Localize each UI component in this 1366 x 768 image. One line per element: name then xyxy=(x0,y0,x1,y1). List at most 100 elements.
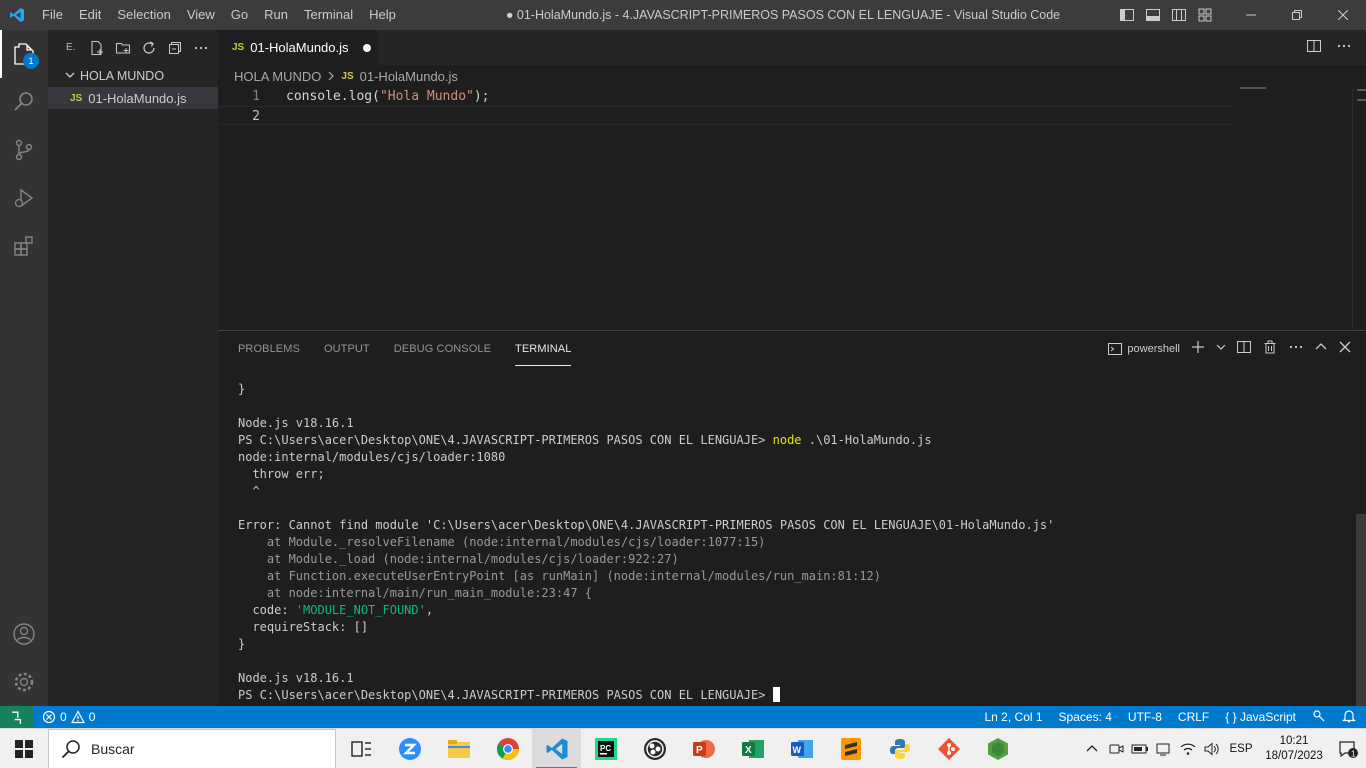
breadcrumb-file[interactable]: 01-HolaMundo.js xyxy=(360,69,458,84)
remote-indicator-icon[interactable] xyxy=(0,706,34,728)
chrome-icon[interactable] xyxy=(483,729,532,768)
clock[interactable]: 10:21 18/07/2023 xyxy=(1258,734,1330,764)
tab-holamundo[interactable]: JS 01-HolaMundo.js xyxy=(218,30,378,65)
new-folder-icon[interactable] xyxy=(114,39,132,57)
terminal-command-arg: .\01-HolaMundo.js xyxy=(801,433,932,447)
close-icon[interactable] xyxy=(1320,0,1366,30)
code-editor[interactable]: 1 console.log("Hola Mundo"); 2 xyxy=(218,87,1366,330)
search-icon[interactable] xyxy=(0,78,48,126)
chevron-up-icon[interactable] xyxy=(1080,743,1104,755)
file-name: 01-HolaMundo.js xyxy=(88,90,187,106)
vscode-logo-icon[interactable] xyxy=(0,0,34,30)
terminal-scrollbar[interactable] xyxy=(1356,514,1366,707)
terminal-prompt: PS C:\Users\acer\Desktop\ONE\4.JAVASCRIP… xyxy=(238,688,773,702)
more-actions-icon[interactable] xyxy=(1288,339,1304,358)
tab-debug-console[interactable]: DEBUG CONSOLE xyxy=(394,331,491,366)
tab-problems[interactable]: PROBLEMS xyxy=(238,331,300,366)
customize-layout-icon[interactable] xyxy=(1194,4,1216,26)
network-icon[interactable] xyxy=(1152,742,1176,756)
extensions-icon[interactable] xyxy=(0,222,48,270)
collapse-all-icon[interactable] xyxy=(166,39,184,57)
powerpoint-icon[interactable]: P xyxy=(679,729,728,768)
chevron-down-icon xyxy=(64,69,80,84)
file-explorer-icon[interactable] xyxy=(434,729,483,768)
trash-icon[interactable] xyxy=(1262,339,1278,358)
new-file-icon[interactable] xyxy=(88,39,106,57)
battery-icon[interactable] xyxy=(1128,743,1152,755)
zoom-app-icon[interactable] xyxy=(385,729,434,768)
notification-center-icon[interactable]: 1 xyxy=(1330,739,1366,759)
python-icon[interactable] xyxy=(875,729,924,768)
menu-run[interactable]: Run xyxy=(256,0,296,30)
refresh-icon[interactable] xyxy=(140,39,158,57)
menu-view[interactable]: View xyxy=(179,0,223,30)
windows-start-icon[interactable] xyxy=(0,729,48,768)
file-item-holamundo[interactable]: JS 01-HolaMundo.js xyxy=(48,87,218,109)
toggle-panel-icon[interactable] xyxy=(1142,4,1164,26)
accounts-icon[interactable] xyxy=(0,610,48,658)
manage-gear-icon[interactable] xyxy=(0,658,48,706)
maximize-panel-icon[interactable] xyxy=(1314,340,1328,357)
pycharm-icon[interactable]: PC xyxy=(581,729,630,768)
tab-output[interactable]: OUTPUT xyxy=(324,331,370,366)
terminal-line: PS C:\Users\acer\Desktop\ONE\4.JAVASCRIP… xyxy=(238,432,1338,449)
menu-help[interactable]: Help xyxy=(361,0,404,30)
menu-edit[interactable]: Edit xyxy=(71,0,109,30)
taskbar-search[interactable]: Buscar xyxy=(48,729,336,768)
wifi-icon[interactable] xyxy=(1176,742,1200,756)
terminal-code-comma: , xyxy=(425,603,434,617)
source-control-icon[interactable] xyxy=(0,126,48,174)
notifications-bell-icon[interactable] xyxy=(1342,709,1356,726)
line-number: 2 xyxy=(252,109,260,124)
editor-actions xyxy=(1306,30,1352,65)
menu-selection[interactable]: Selection xyxy=(109,0,178,30)
close-panel-icon[interactable] xyxy=(1338,340,1352,357)
indentation[interactable]: Spaces: 4 xyxy=(1059,710,1112,724)
toggle-secondary-sidebar-icon[interactable] xyxy=(1168,4,1190,26)
terminal-shell-selector[interactable]: powershell xyxy=(1107,341,1180,357)
chevron-right-icon xyxy=(327,69,335,84)
restore-icon[interactable] xyxy=(1274,0,1320,30)
feedback-icon[interactable] xyxy=(1312,709,1326,726)
obs-icon[interactable] xyxy=(630,729,679,768)
tab-terminal[interactable]: TERMINAL xyxy=(515,331,572,366)
new-terminal-icon[interactable] xyxy=(1190,339,1206,358)
explorer-icon[interactable]: 1 xyxy=(0,30,48,78)
excel-icon[interactable]: X xyxy=(728,729,777,768)
breadcrumb-folder[interactable]: HOLA MUNDO xyxy=(234,69,321,84)
editor-scrollbar[interactable] xyxy=(1352,87,1366,330)
run-debug-icon[interactable] xyxy=(0,174,48,222)
word-icon[interactable]: W xyxy=(777,729,826,768)
terminal-line: Node.js v18.16.1 xyxy=(238,671,354,685)
menu-go[interactable]: Go xyxy=(223,0,256,30)
toggle-sidebar-icon[interactable] xyxy=(1116,4,1138,26)
error-count: 0 xyxy=(60,710,67,724)
split-editor-icon[interactable] xyxy=(1306,38,1322,57)
terminal-output[interactable]: } Node.js v18.16.1 PS C:\Users\acer\Desk… xyxy=(238,381,1338,704)
end-of-line[interactable]: CRLF xyxy=(1178,710,1209,724)
minimap[interactable] xyxy=(1240,87,1266,89)
language-mode[interactable]: { } JavaScript xyxy=(1225,710,1296,724)
volume-icon[interactable] xyxy=(1200,742,1224,756)
task-view-icon[interactable] xyxy=(336,729,385,768)
nodejs-icon[interactable] xyxy=(973,729,1022,768)
problems-status[interactable]: 0 0 xyxy=(42,706,95,728)
menu-terminal[interactable]: Terminal xyxy=(296,0,361,30)
menu-file[interactable]: File xyxy=(34,0,71,30)
scrollbar-marker xyxy=(1357,89,1366,101)
encoding[interactable]: UTF-8 xyxy=(1128,710,1162,724)
split-terminal-icon[interactable] xyxy=(1236,339,1252,358)
chevron-down-icon[interactable] xyxy=(1216,342,1226,355)
sublime-text-icon[interactable] xyxy=(826,729,875,768)
cursor-position[interactable]: Ln 2, Col 1 xyxy=(985,710,1043,724)
minimize-icon[interactable] xyxy=(1228,0,1274,30)
folder-hola-mundo[interactable]: HOLA MUNDO xyxy=(48,65,218,87)
vscode-app-icon[interactable] xyxy=(532,729,581,768)
more-actions-icon[interactable] xyxy=(192,39,210,57)
clock-time: 10:21 xyxy=(1279,735,1309,747)
more-actions-icon[interactable] xyxy=(1336,38,1352,57)
meet-now-icon[interactable] xyxy=(1104,741,1128,757)
git-kraken-icon[interactable] xyxy=(924,729,973,768)
input-language[interactable]: ESP xyxy=(1224,743,1258,755)
unsaved-dot-icon[interactable] xyxy=(362,43,371,52)
